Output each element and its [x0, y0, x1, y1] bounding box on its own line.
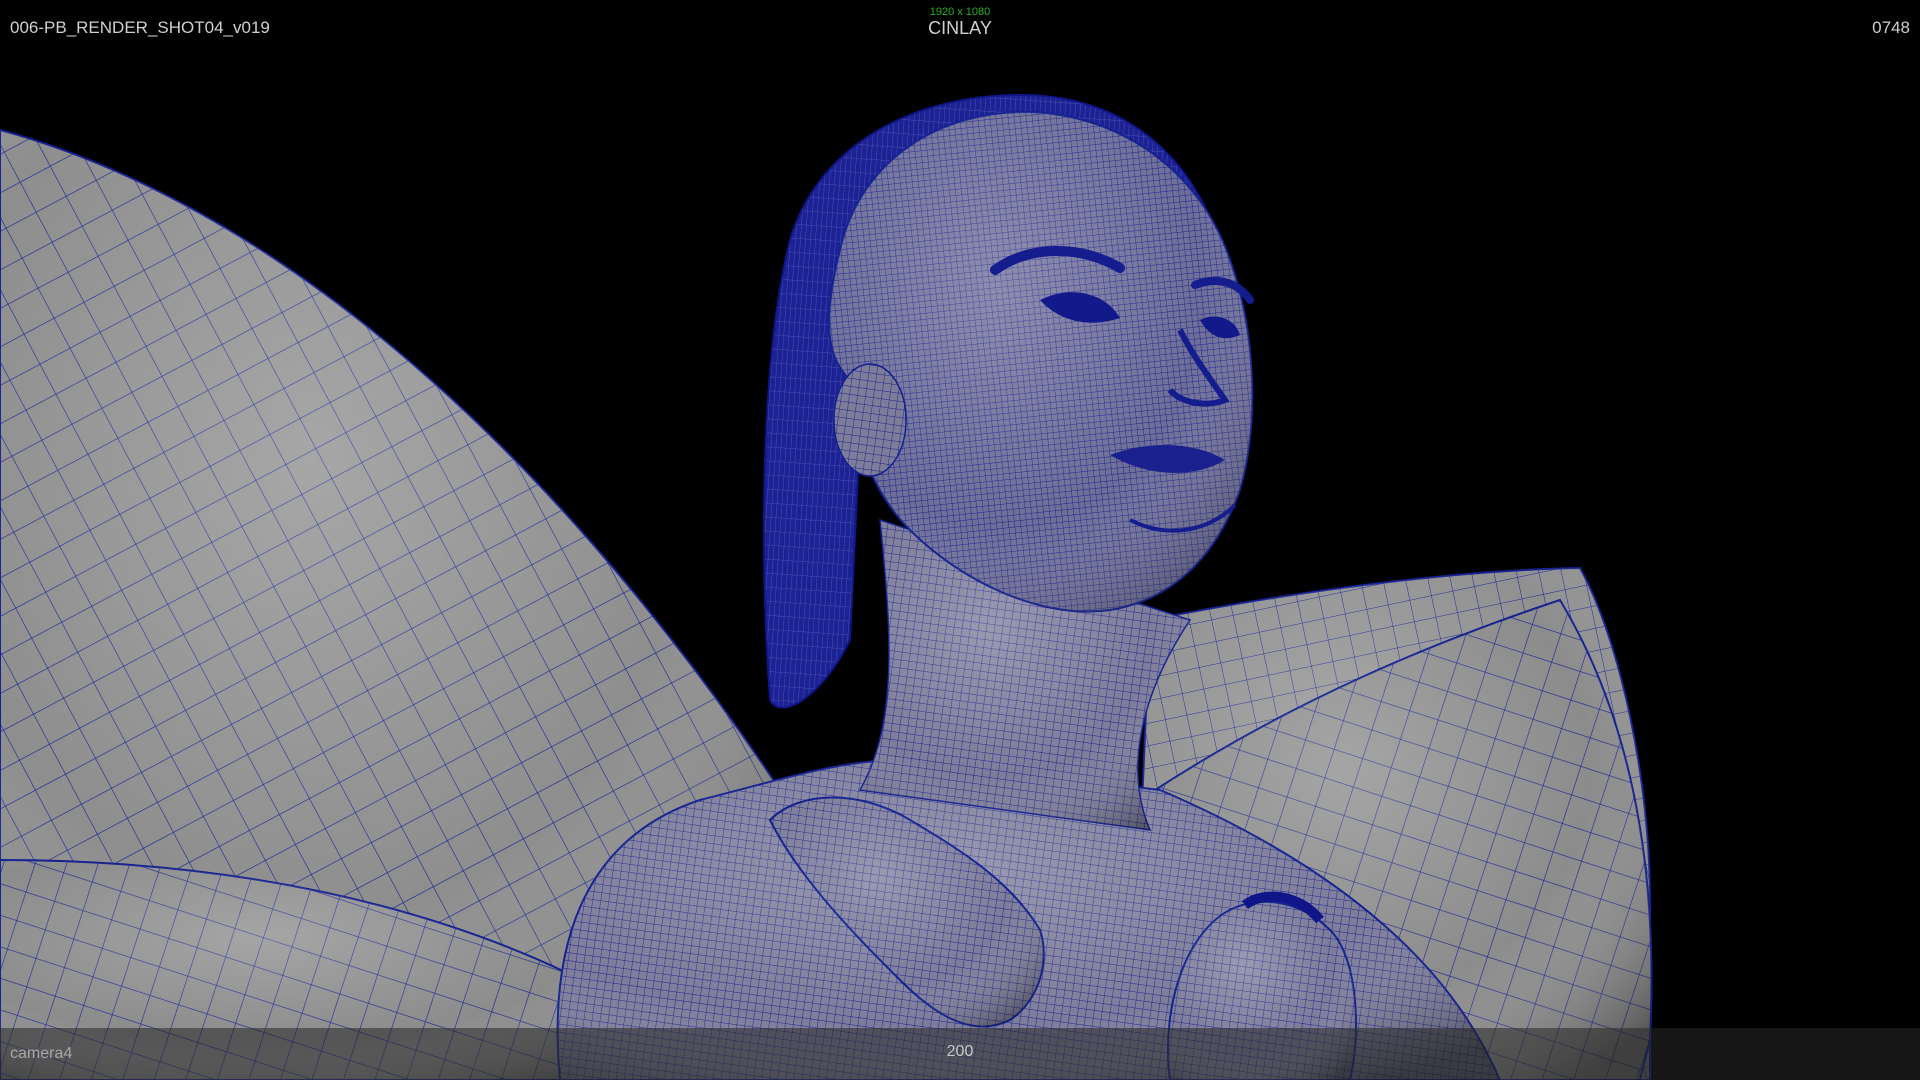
viewport-3d[interactable]: 1920 x 1080 006-PB_RENDER_SHOT04_v019 CI…	[0, 0, 1920, 1080]
hud-bottom-bar: camera4 200	[0, 1028, 1920, 1080]
hud-resolution-gate: 1920 x 1080	[929, 6, 991, 18]
ear-mesh	[833, 363, 907, 477]
hud-title: CINLAY	[928, 18, 992, 38]
hud-focal-length: 200	[946, 1043, 974, 1060]
hud-frame-number: 0748	[1872, 18, 1910, 37]
scene-render	[0, 93, 1653, 1080]
